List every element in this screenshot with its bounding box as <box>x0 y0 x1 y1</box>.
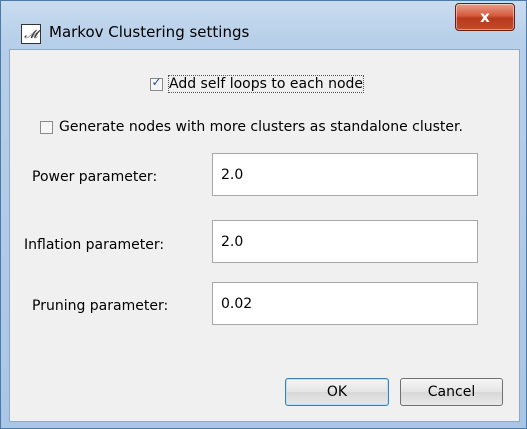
pruning-input[interactable] <box>212 282 478 325</box>
self-loops-option[interactable]: ✓ Add self loops to each node <box>150 74 365 93</box>
standalone-label: Generate nodes with more clusters as sta… <box>59 119 463 135</box>
title-bar[interactable]: 𝓜 Markov Clustering settings x <box>1 1 526 44</box>
close-button[interactable]: x <box>455 3 515 31</box>
self-loops-label: Add self loops to each node <box>167 75 365 93</box>
pruning-label: Pruning parameter: <box>32 298 169 314</box>
cancel-button[interactable]: Cancel <box>400 378 503 406</box>
power-input[interactable] <box>212 153 478 196</box>
ok-button[interactable]: OK <box>285 378 389 406</box>
power-label: Power parameter: <box>32 169 158 185</box>
close-icon: x <box>480 8 490 26</box>
inflation-input[interactable] <box>212 220 478 263</box>
dialog-content: ✓ Add self loops to each node Generate n… <box>9 49 520 422</box>
window-title: Markov Clustering settings <box>49 23 250 41</box>
dialog-window: 𝓜 Markov Clustering settings x ✓ Add sel… <box>0 0 527 429</box>
check-icon: ✓ <box>151 74 162 89</box>
self-loops-checkbox[interactable]: ✓ <box>150 74 163 91</box>
inflation-label: Inflation parameter: <box>24 237 165 253</box>
standalone-option[interactable]: Generate nodes with more clusters as sta… <box>40 119 463 135</box>
standalone-checkbox[interactable] <box>40 120 53 134</box>
app-icon: 𝓜 <box>21 24 41 44</box>
